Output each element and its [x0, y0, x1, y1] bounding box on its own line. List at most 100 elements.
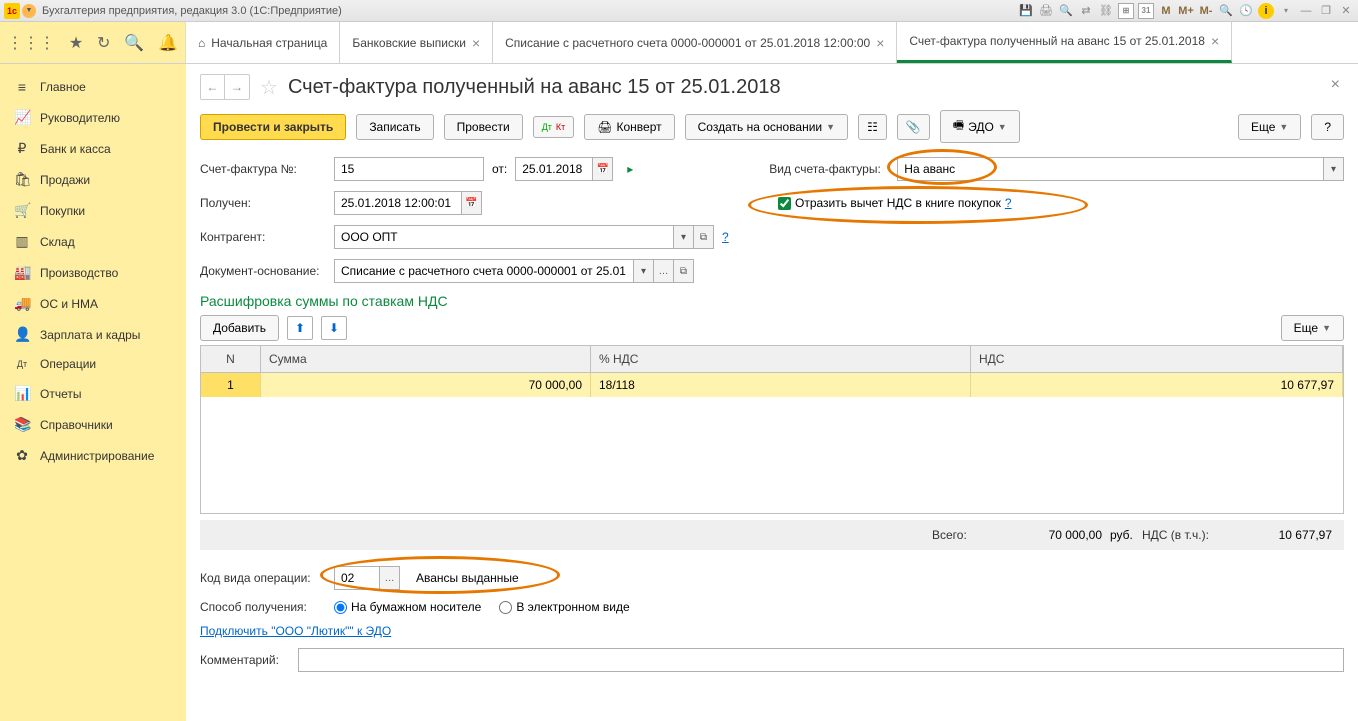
calendar-picker-icon[interactable]: 📅	[593, 157, 613, 181]
paper-radio[interactable]: На бумажном носителе	[334, 600, 481, 614]
move-down-button[interactable]: ⬇	[321, 316, 347, 340]
dropdown-icon[interactable]: ▾	[1324, 157, 1344, 181]
invoice-type-input[interactable]	[897, 157, 1324, 181]
sidebar-item-bank[interactable]: ₽Банк и касса	[0, 133, 186, 164]
print-icon[interactable]: 🖨	[1038, 3, 1054, 19]
nds-value: 10 677,97	[1232, 528, 1332, 542]
back-button[interactable]: ←	[201, 75, 225, 99]
select-icon[interactable]: …	[380, 566, 400, 590]
dropdown-icon[interactable]: ▾	[674, 225, 694, 249]
help-button[interactable]: ?	[1311, 114, 1344, 140]
tab-writeoff[interactable]: Списание с расчетного счета 0000-000001 …	[493, 22, 897, 63]
col-sum: Сумма	[261, 346, 591, 372]
search-icon[interactable]: 🔍	[124, 33, 144, 53]
preview-icon[interactable]: 🔍	[1058, 3, 1074, 19]
zoom-icon[interactable]: 🔍	[1218, 3, 1234, 19]
add-row-button[interactable]: Добавить	[200, 315, 279, 341]
reflect-vat-checkbox[interactable]: Отразить вычет НДС в книге покупок ?	[778, 196, 1012, 210]
sidebar-item-main[interactable]: ≡Главное	[0, 72, 186, 102]
tab-close-icon[interactable]: ×	[472, 35, 480, 51]
help-link[interactable]: ?	[722, 230, 729, 244]
dt-kt-button[interactable]: ДтКт	[533, 116, 575, 138]
sidebar-item-salary[interactable]: 👤Зарплата и кадры	[0, 319, 186, 350]
app-menu-dropdown[interactable]: ▼	[22, 4, 36, 18]
attach-button[interactable]: 📎	[897, 114, 930, 140]
tab-bank-statements[interactable]: Банковские выписки×	[340, 22, 493, 63]
info-caret[interactable]: ▾	[1278, 3, 1294, 19]
save-button[interactable]: Записать	[356, 114, 433, 140]
calendar-icon[interactable]: 31	[1138, 3, 1154, 19]
op-code-input[interactable]	[334, 566, 380, 590]
clock-icon[interactable]: 🕓	[1238, 3, 1254, 19]
bell-icon[interactable]: 🔔	[158, 33, 178, 53]
sidebar-item-assets[interactable]: 🚚ОС и НМА	[0, 288, 186, 319]
electronic-radio[interactable]: В электронном виде	[499, 600, 629, 614]
date-input[interactable]	[515, 157, 593, 181]
memory-m-minus[interactable]: M-	[1198, 3, 1214, 19]
info-icon[interactable]: i	[1258, 3, 1274, 19]
memory-m[interactable]: M	[1158, 3, 1174, 19]
more-button[interactable]: Еще▼	[1281, 315, 1344, 341]
open-icon[interactable]: ⧉	[674, 259, 694, 283]
comment-input[interactable]	[298, 648, 1344, 672]
table-icon[interactable]: ⊞	[1118, 3, 1134, 19]
edo-button[interactable]: 🖷ЭДО▼	[940, 110, 1020, 143]
tab-home[interactable]: ⌂Начальная страница	[186, 22, 340, 63]
sidebar: ≡Главное 📈Руководителю ₽Банк и касса 🛍Пр…	[0, 64, 186, 721]
convert-button[interactable]: 🖨Конверт	[584, 114, 674, 140]
sidebar-item-purchases[interactable]: 🛒Покупки	[0, 195, 186, 226]
sidebar-item-operations[interactable]: ДтОперации	[0, 350, 186, 378]
sidebar-item-sales[interactable]: 🛍Продажи	[0, 164, 186, 195]
structure-button[interactable]: ☷	[858, 114, 887, 140]
factory-icon: 🏭	[14, 264, 30, 281]
ruble-icon: ₽	[14, 140, 30, 157]
favorite-icon[interactable]: ★	[69, 33, 83, 53]
sidebar-item-warehouse[interactable]: ▥Склад	[0, 226, 186, 257]
chart-icon: 📈	[14, 109, 30, 126]
apps-icon[interactable]: ⋮⋮⋮	[7, 33, 55, 53]
sidebar-item-admin[interactable]: ✿Администрирование	[0, 440, 186, 471]
dropdown-icon[interactable]: ▾	[634, 259, 654, 283]
favorite-star-icon[interactable]: ☆	[260, 75, 278, 100]
link-icon[interactable]: ⛓	[1098, 3, 1114, 19]
tab-close-icon[interactable]: ×	[876, 35, 884, 51]
open-icon[interactable]: ⧉	[694, 225, 714, 249]
create-based-button[interactable]: Создать на основании▼	[685, 114, 848, 140]
reflect-vat-input[interactable]	[778, 197, 791, 210]
compare-icon[interactable]: ⇄	[1078, 3, 1094, 19]
number-input[interactable]	[334, 157, 484, 181]
post-button[interactable]: Провести	[444, 114, 523, 140]
basis-label: Документ-основание:	[200, 264, 326, 278]
restore-icon[interactable]: ❐	[1318, 3, 1334, 19]
received-label: Получен:	[200, 196, 326, 210]
move-up-button[interactable]: ⬆	[287, 316, 313, 340]
sidebar-item-production[interactable]: 🏭Производство	[0, 257, 186, 288]
memory-m-plus[interactable]: M+	[1178, 3, 1194, 19]
grid-row[interactable]: 1 70 000,00 18/118 10 677,97	[201, 373, 1343, 397]
cell-vat: 18/118	[591, 373, 971, 397]
connect-edo-link[interactable]: Подключить "ООО "Лютик"" к ЭДО	[200, 624, 391, 638]
help-link[interactable]: ?	[1005, 196, 1012, 210]
more-button[interactable]: Еще▼	[1238, 114, 1301, 140]
close-button[interactable]: ×	[1331, 76, 1340, 94]
minimize-icon[interactable]: —	[1298, 3, 1314, 19]
basis-input[interactable]	[334, 259, 634, 283]
sidebar-item-references[interactable]: 📚Справочники	[0, 409, 186, 440]
tab-invoice[interactable]: Счет-фактура полученный на аванс 15 от 2…	[897, 22, 1232, 63]
post-and-close-button[interactable]: Провести и закрыть	[200, 114, 346, 140]
col-vat: % НДС	[591, 346, 971, 372]
tab-close-icon[interactable]: ×	[1211, 33, 1219, 49]
select-icon[interactable]: …	[654, 259, 674, 283]
col-n: N	[201, 346, 261, 372]
history-icon[interactable]: ↻	[97, 33, 110, 53]
totals: Всего: 70 000,00 руб. НДС (в т.ч.): 10 6…	[200, 520, 1344, 550]
sidebar-item-reports[interactable]: 📊Отчеты	[0, 378, 186, 409]
close-window-icon[interactable]: ✕	[1338, 3, 1354, 19]
sidebar-item-manager[interactable]: 📈Руководителю	[0, 102, 186, 133]
save-icon[interactable]: 💾	[1018, 3, 1034, 19]
calendar-picker-icon[interactable]: 📅	[462, 191, 482, 215]
counterparty-input[interactable]	[334, 225, 674, 249]
received-input[interactable]	[334, 191, 462, 215]
cart-icon: 🛒	[14, 202, 30, 219]
forward-button[interactable]: →	[225, 75, 249, 99]
